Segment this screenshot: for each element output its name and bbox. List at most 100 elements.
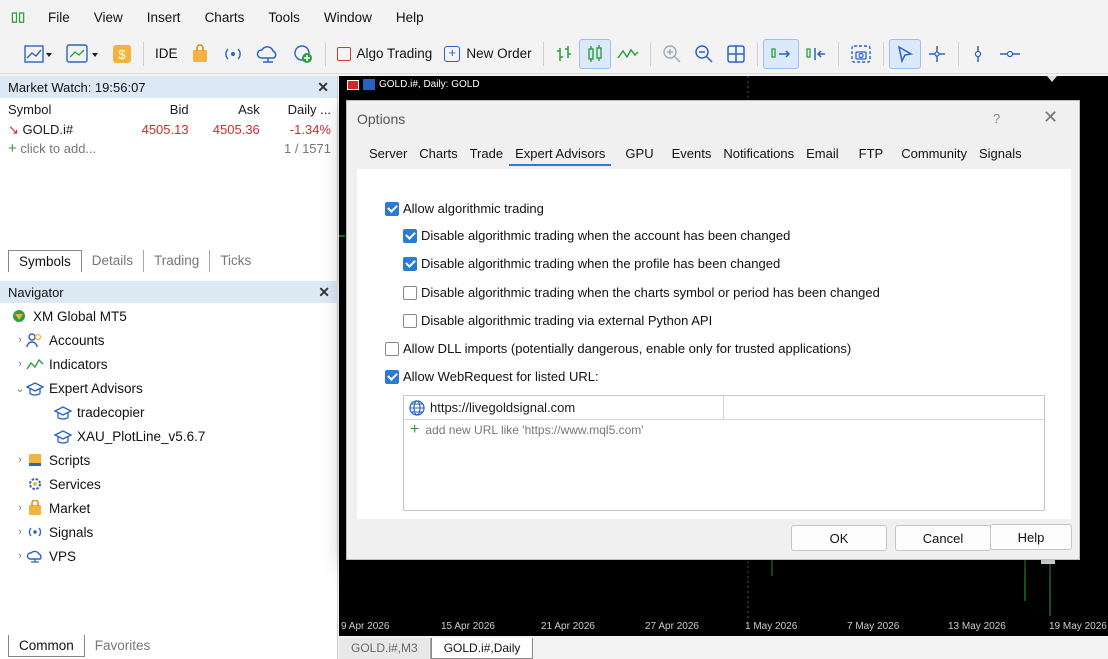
profile-button[interactable]: $: [106, 39, 138, 69]
tile-windows-button[interactable]: [720, 39, 752, 69]
tab-gpu[interactable]: GPU: [619, 146, 659, 166]
screenshot-button[interactable]: [844, 39, 878, 69]
cursor-button[interactable]: [888, 38, 921, 69]
crosshair-button[interactable]: [921, 39, 953, 69]
ok-button[interactable]: OK: [791, 525, 887, 551]
nav-item-services[interactable]: Services: [0, 472, 338, 496]
tab-notifications[interactable]: Notifications: [717, 146, 800, 166]
help-button[interactable]: Help: [990, 524, 1072, 550]
auto-scroll-button[interactable]: [762, 38, 799, 69]
checkbox-checked[interactable]: [385, 201, 399, 216]
menu-insert[interactable]: Insert: [135, 10, 193, 25]
nav-item-xm-global[interactable]: XM Global MT5: [0, 304, 338, 328]
help-icon[interactable]: ?: [993, 111, 1000, 126]
nav-item-xau-plotline[interactable]: XAU_PlotLine_v5.6.7: [0, 424, 338, 448]
tab-favorites[interactable]: Favorites: [85, 635, 161, 657]
nav-item-indicators[interactable]: › Indicators: [0, 352, 338, 376]
zoom-out-button[interactable]: [688, 39, 720, 69]
tab-trading[interactable]: Trading: [144, 250, 211, 272]
checkbox-unchecked[interactable]: [385, 341, 399, 356]
navigator-close-icon[interactable]: ✕: [318, 284, 330, 301]
menu-tools[interactable]: Tools: [256, 10, 312, 25]
nav-item-vps[interactable]: › VPS: [0, 544, 338, 568]
add-chart-button[interactable]: [286, 39, 320, 69]
line-chart-dropdown-button[interactable]: [18, 39, 60, 69]
disable-on-account-change-checkbox[interactable]: Disable algorithmic trading when the acc…: [403, 228, 790, 243]
chart-shift-button[interactable]: [799, 39, 833, 69]
url-row[interactable]: https://livegoldsignal.com: [404, 395, 1044, 420]
market-button[interactable]: [184, 39, 216, 69]
add-url-row[interactable]: + add new URL like 'https://www.mql5.com…: [404, 420, 1044, 440]
menu-help[interactable]: Help: [384, 10, 436, 25]
candlestick-icon: [587, 44, 602, 62]
chevron-right-icon[interactable]: ›: [14, 526, 26, 538]
tab-ftp[interactable]: FTP: [853, 146, 890, 166]
menu-window[interactable]: Window: [312, 10, 384, 25]
nav-item-signals[interactable]: › Signals: [0, 520, 338, 544]
nav-item-tradecopier[interactable]: tradecopier: [0, 400, 338, 424]
column-header-symbol[interactable]: Symbol: [0, 98, 123, 120]
chevron-down-icon[interactable]: ⌄: [14, 382, 26, 395]
tab-email[interactable]: Email: [800, 146, 845, 166]
tab-chart-m3[interactable]: GOLD.i#,M3: [339, 638, 431, 659]
tab-server[interactable]: Server: [363, 146, 413, 166]
allow-dll-imports-checkbox[interactable]: Allow DLL imports (potentially dangerous…: [385, 341, 851, 356]
tab-chart-daily[interactable]: GOLD.i#,Daily: [430, 638, 534, 659]
allow-algo-trading-checkbox[interactable]: Allow algorithmic trading: [385, 201, 544, 216]
tab-charts[interactable]: Charts: [413, 146, 463, 166]
nav-item-accounts[interactable]: › Accounts: [0, 328, 338, 352]
zoom-in-button[interactable]: [656, 39, 688, 69]
tab-symbols[interactable]: Symbols: [8, 250, 82, 272]
column-header-ask[interactable]: Ask: [195, 98, 266, 120]
bar-chart-button[interactable]: [549, 39, 579, 69]
cancel-button[interactable]: Cancel: [895, 525, 991, 551]
checkbox-checked[interactable]: [385, 369, 399, 384]
disable-on-profile-change-checkbox[interactable]: Disable algorithmic trading when the pro…: [403, 256, 780, 271]
tab-events[interactable]: Events: [666, 146, 718, 166]
tab-common[interactable]: Common: [8, 635, 85, 657]
menu-view[interactable]: View: [82, 10, 135, 25]
url-cell[interactable]: https://livegoldsignal.com: [404, 395, 724, 420]
template-dropdown-button[interactable]: [60, 39, 106, 69]
allow-webrequest-checkbox[interactable]: Allow WebRequest for listed URL:: [385, 369, 599, 384]
menu-file[interactable]: File: [36, 10, 82, 25]
add-symbol-row[interactable]: + click to add... 1 / 1571: [0, 139, 337, 158]
close-icon[interactable]: ✕: [1043, 107, 1058, 128]
column-header-bid[interactable]: Bid: [123, 98, 194, 120]
nav-item-scripts[interactable]: › Scripts: [0, 448, 338, 472]
candlestick-chart-button[interactable]: [578, 38, 611, 69]
nav-item-market[interactable]: › Market: [0, 496, 338, 520]
line-chart-button[interactable]: [611, 39, 645, 69]
tab-community[interactable]: Community: [895, 146, 973, 166]
new-order-button[interactable]: + New Order: [438, 39, 537, 69]
checkbox-unchecked[interactable]: [403, 285, 417, 300]
checkbox-checked[interactable]: [403, 256, 417, 271]
chevron-right-icon[interactable]: ›: [14, 550, 26, 562]
tab-trade[interactable]: Trade: [464, 146, 509, 166]
market-watch-close-icon[interactable]: ✕: [317, 79, 329, 96]
tab-expert-advisors[interactable]: Expert Advisors: [509, 146, 612, 166]
dialog-title: Options: [357, 111, 406, 127]
menu-charts[interactable]: Charts: [193, 10, 257, 25]
checkbox-unchecked[interactable]: [403, 313, 417, 328]
symbol-name: GOLD.i#: [22, 121, 74, 137]
horizontal-line-button[interactable]: [992, 39, 1028, 69]
table-row[interactable]: ↘ GOLD.i# 4505.13 4505.36 -1.34%: [0, 120, 337, 139]
chevron-right-icon[interactable]: ›: [14, 454, 26, 466]
ide-button[interactable]: IDE: [149, 39, 184, 69]
nav-item-expert-advisors[interactable]: ⌄ Expert Advisors: [0, 376, 338, 400]
tab-details[interactable]: Details: [82, 250, 145, 272]
column-header-daily[interactable]: Daily ...: [266, 98, 337, 120]
chevron-right-icon[interactable]: ›: [14, 502, 26, 514]
tab-signals[interactable]: Signals: [973, 146, 1028, 166]
algo-trading-button[interactable]: Algo Trading: [331, 39, 439, 69]
vertical-line-button[interactable]: [964, 39, 992, 69]
signals-button[interactable]: [216, 39, 250, 69]
chevron-right-icon[interactable]: ›: [14, 334, 26, 346]
vps-button[interactable]: [250, 39, 286, 69]
chevron-right-icon[interactable]: ›: [14, 358, 26, 370]
disable-python-api-checkbox[interactable]: Disable algorithmic trading via external…: [403, 313, 712, 328]
disable-on-symbol-change-checkbox[interactable]: Disable algorithmic trading when the cha…: [403, 285, 880, 300]
checkbox-checked[interactable]: [403, 228, 417, 243]
tab-ticks[interactable]: Ticks: [210, 250, 261, 272]
